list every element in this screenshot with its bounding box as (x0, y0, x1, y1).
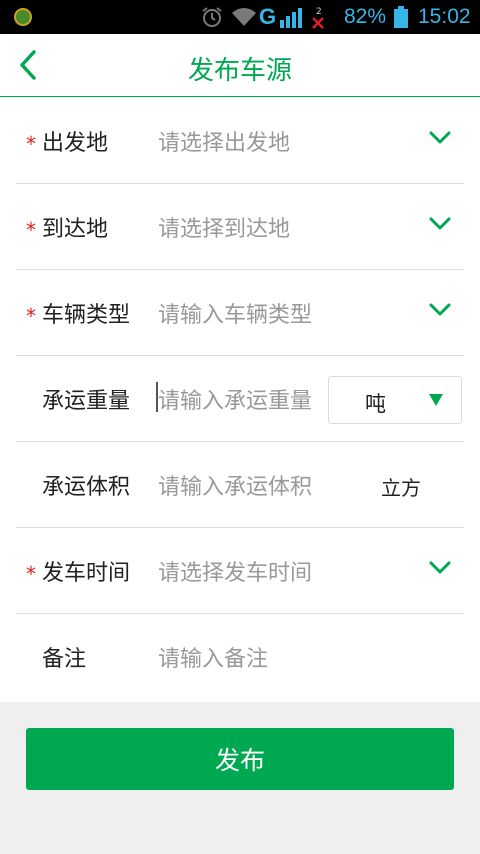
load-volume-input[interactable]: 请输入承运体积 (158, 469, 312, 501)
remarks-input[interactable]: 请输入备注 (158, 641, 268, 673)
alarm-icon (202, 7, 222, 27)
destination-row[interactable]: * 到达地 请选择到达地 (16, 184, 464, 270)
vehicle-type-label: 车辆类型 (42, 303, 131, 328)
clock-time: 15:02 (418, 5, 471, 28)
bottom-bar: 发布 (0, 702, 480, 854)
destination-label: 到达地 (42, 217, 109, 242)
departure-label: 出发地 (42, 131, 109, 156)
vehicle-form: * 出发地 请选择出发地 * 到达地 请选择到达地 * 车辆类型 请输入车辆类型… (0, 98, 480, 702)
load-weight-label: 承运重量 (42, 389, 131, 414)
dropdown-triangle-icon (429, 394, 443, 406)
signal-strength-icon (280, 8, 302, 28)
required-mark: * (26, 218, 36, 242)
vehicle-type-row[interactable]: * 车辆类型 请输入车辆类型 (16, 270, 464, 356)
battery-icon (394, 6, 408, 28)
wifi-icon (232, 8, 256, 26)
sim-slot-label: 2 (316, 7, 322, 17)
remarks-label: 备注 (42, 647, 87, 672)
required-mark: * (26, 304, 36, 328)
page-title: 发布车源 (187, 56, 292, 86)
chevron-down-icon[interactable] (428, 560, 452, 576)
departure-time-field[interactable]: 请选择发车时间 (158, 555, 312, 587)
weight-unit-select[interactable]: 吨 (328, 376, 462, 424)
remarks-row: 备注 请输入备注 (16, 614, 464, 700)
load-volume-label: 承运体积 (42, 475, 131, 500)
required-mark: * (26, 132, 36, 156)
chevron-down-icon[interactable] (428, 130, 452, 146)
publish-button[interactable]: 发布 (26, 728, 454, 790)
chevron-down-icon[interactable] (428, 302, 452, 318)
app-notification-icon (14, 8, 32, 26)
departure-time-row[interactable]: * 发车时间 请选择发车时间 (16, 528, 464, 614)
chevron-down-icon[interactable] (428, 216, 452, 232)
battery-percent: 82% (344, 5, 387, 28)
destination-field[interactable]: 请选择到达地 (158, 211, 290, 243)
network-type-label: G (259, 4, 277, 29)
load-weight-row: 承运重量 请输入承运重量 吨 (16, 356, 464, 442)
top-bar: 发布车源 (0, 34, 480, 97)
departure-time-label: 发车时间 (42, 561, 131, 586)
departure-row[interactable]: * 出发地 请选择出发地 (16, 98, 464, 184)
required-mark: * (26, 562, 36, 586)
load-volume-row: 承运体积 请输入承运体积 立方 (16, 442, 464, 528)
sim-no-signal-icon: 2 (312, 7, 324, 29)
load-weight-input[interactable]: 请输入承运重量 (158, 383, 312, 415)
weight-unit-value: 吨 (365, 392, 386, 416)
status-bar: G 2 82% 15:02 (0, 0, 480, 34)
volume-unit-label: 立方 (381, 476, 421, 500)
departure-field[interactable]: 请选择出发地 (158, 125, 290, 157)
vehicle-type-field[interactable]: 请输入车辆类型 (158, 297, 312, 329)
